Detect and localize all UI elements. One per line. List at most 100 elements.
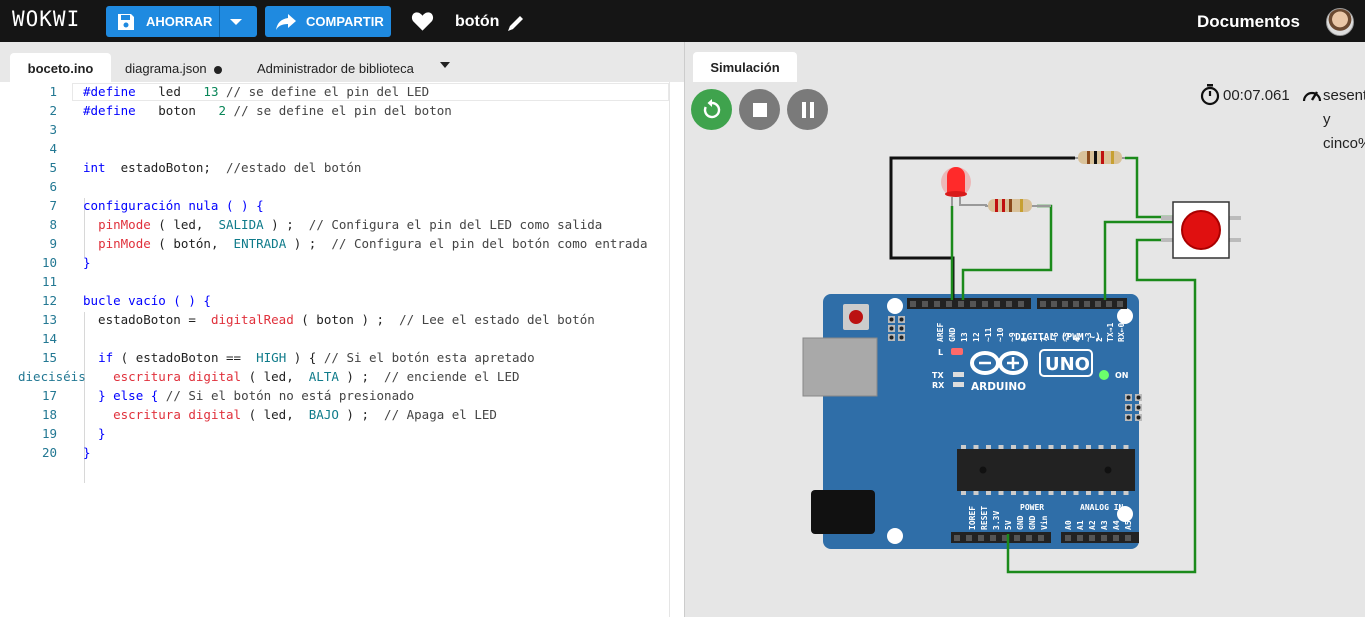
line-number: 8 — [49, 217, 57, 232]
line-number: 11 — [41, 274, 57, 289]
code-line[interactable]: int estadoBoton; //estado del botón — [83, 160, 361, 175]
project-name[interactable]: botón — [455, 13, 499, 31]
heart-icon[interactable] — [411, 10, 434, 32]
pencil-edit-icon[interactable] — [506, 13, 526, 33]
tab-library-manager[interactable]: Administrador de biblioteca — [257, 53, 414, 82]
red-led[interactable] — [941, 167, 987, 206]
code-token: led — [135, 84, 204, 99]
pin-label: IOREF — [968, 506, 977, 530]
code-editor-panel: boceto.ino diagrama.json Administrador d… — [0, 42, 684, 617]
code-token: #define — [83, 103, 136, 118]
power-jack — [811, 490, 875, 534]
code-token: // Si el botón no está presionado — [158, 388, 415, 403]
share-button[interactable]: COMPARTIR — [265, 6, 391, 37]
code-line[interactable]: } — [83, 255, 91, 270]
line-number: 10 — [41, 255, 57, 270]
code-line[interactable]: if ( estadoBoton == HIGH ) { // Si el bo… — [83, 350, 535, 365]
reset-button[interactable] — [849, 310, 863, 324]
wire-res2-green[interactable] — [1125, 156, 1173, 219]
tabs-dropdown-icon[interactable] — [440, 62, 450, 68]
save-button[interactable]: AHORRAR — [106, 6, 257, 37]
code-line[interactable]: } — [83, 426, 106, 441]
code-token: ENTRADA — [233, 236, 287, 251]
line-number: 1 — [49, 84, 57, 99]
code-line[interactable]: escritura digital ( led, BAJO ) ; // Apa… — [83, 407, 497, 422]
code-token: pinMode — [98, 217, 151, 232]
code-line[interactable]: escritura digital ( led, ALTA ) ; // enc… — [83, 369, 519, 384]
wire-2-green[interactable] — [1103, 220, 1173, 300]
code-token: BAJO — [308, 407, 339, 422]
pin-label: A0 — [1064, 520, 1073, 530]
save-dropdown-icon[interactable] — [230, 19, 242, 25]
code-token: // Configura el pin del LED como salida — [308, 217, 603, 232]
code-line[interactable]: #define led 13 // se define el pin del L… — [83, 84, 429, 99]
pin-label: ~11 — [984, 327, 993, 342]
pushbutton[interactable] — [1161, 201, 1241, 259]
pin-label: GND — [1028, 515, 1037, 530]
on-label: ON — [1115, 371, 1129, 380]
share-arrow-icon — [275, 12, 297, 32]
code-token: //estado del botón — [226, 160, 362, 175]
code-token: int — [83, 160, 106, 175]
code-token: boton — [135, 103, 219, 118]
code-token: } else { — [98, 388, 159, 403]
pin-label: Vin — [1039, 515, 1049, 530]
mount-hole — [887, 298, 903, 314]
code-token: estadoBoton; — [105, 160, 226, 175]
user-avatar[interactable] — [1326, 8, 1354, 36]
code-token: digitalRead — [210, 312, 294, 327]
code-area[interactable]: 1 2 3 4 5 6 7 8 9 10 11 12 13 14 15 dieciséis 17 18 19 20 #d… — [0, 82, 670, 617]
wire-gnd-black[interactable] — [889, 156, 1075, 300]
editor-scrollbar[interactable] — [669, 82, 670, 617]
line-number: 14 — [41, 331, 57, 346]
usb-connector — [802, 337, 878, 397]
l-led — [951, 348, 963, 355]
code-line[interactable]: bucle vacío ( ) { — [83, 293, 211, 308]
line-number: 19 — [41, 426, 57, 441]
share-label: COMPARTIR — [306, 14, 384, 29]
mount-hole — [1117, 308, 1133, 324]
docs-link[interactable]: Documentos — [1197, 12, 1300, 32]
power-analog-header — [951, 532, 1139, 543]
code-line[interactable]: } — [83, 445, 91, 460]
code-token: 2 — [218, 103, 227, 118]
tab-diagram[interactable]: diagrama.json — [125, 53, 222, 82]
code-token: bucle vacío ( ) { — [83, 293, 211, 308]
pushbutton-cap[interactable] — [1181, 210, 1221, 250]
code-line[interactable]: estadoBoton = digitalRead ( boton ) ; //… — [83, 312, 595, 327]
line-number: 4 — [49, 141, 57, 156]
top-bar: WOKWI AHORRAR COMPARTIR botón Documentos — [0, 0, 1365, 42]
code-line[interactable]: } else { // Si el botón no está presiona… — [83, 388, 414, 403]
line-number: 18 — [41, 407, 57, 422]
resistor-top[interactable] — [1075, 151, 1125, 164]
pin-label: A3 — [1100, 520, 1109, 530]
code-line[interactable]: pinMode ( led, SALIDA ) ; // Configura e… — [83, 217, 602, 232]
line-number: 12 — [41, 293, 57, 308]
tab-sketch[interactable]: boceto.ino — [10, 53, 111, 82]
tx-led — [953, 372, 964, 377]
code-token: pinMode — [98, 236, 151, 251]
line-number: 2 — [49, 103, 57, 118]
code-line[interactable]: configuración nula ( ) { — [83, 198, 264, 213]
code-line[interactable]: #define boton 2 // se define el pin del … — [83, 103, 452, 118]
resistor-led[interactable] — [985, 199, 1051, 212]
code-token: ) ; — [263, 217, 309, 232]
code-line[interactable]: pinMode ( botón, ENTRADA ) ; // Configur… — [83, 236, 647, 251]
pin-label: GND — [948, 327, 957, 342]
code-token: estadoBoton = — [83, 312, 211, 327]
chip-notch — [1104, 466, 1112, 474]
line-number: 3 — [49, 122, 57, 137]
code-token: ( led, — [150, 217, 219, 232]
code-token: } — [83, 445, 91, 460]
wokwi-logo[interactable]: WOKWI — [12, 7, 80, 31]
circuit-diagram[interactable]: AREF GND 13 12 ~11 ~10 ~9 8 7 ~6 ~5 4 ~3 2 TX→1 RX←0 IO… — [685, 42, 1365, 617]
pin-label: TX→1 — [1106, 323, 1115, 342]
pin-label: A4 — [1112, 520, 1121, 530]
arduino-uno-board[interactable]: AREF GND 13 12 ~11 ~10 ~9 8 7 ~6 ~5 4 ~3 2 TX→1 RX←0 IO… — [802, 294, 1142, 549]
wire-13-green[interactable] — [961, 204, 1053, 300]
line-number: dieciséis — [18, 369, 86, 384]
